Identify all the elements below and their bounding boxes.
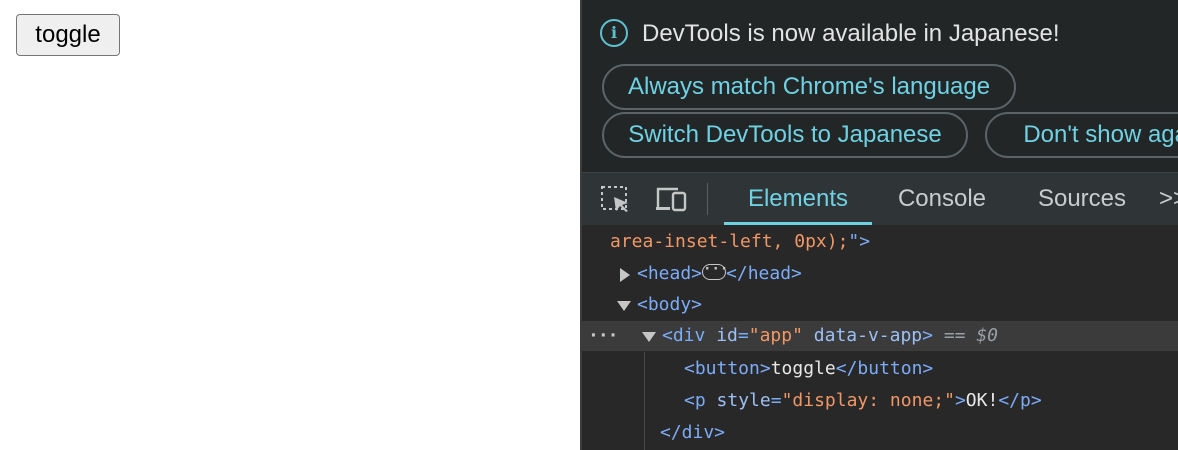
inspect-element-icon[interactable] — [600, 185, 632, 213]
attr-end: "> — [848, 231, 871, 252]
p-text-node: OK! — [965, 390, 999, 411]
p-open-tag: <p — [684, 390, 706, 411]
tab-sources[interactable]: Sources — [1032, 173, 1132, 225]
p-attr-style: style — [716, 390, 771, 411]
tree-line-div-app-selected[interactable]: ··· <div id="app" data-v-app> == $0 — [582, 321, 1178, 351]
p-gt: > — [954, 390, 966, 411]
style-value-fragment: area-inset-left, 0px); — [610, 231, 849, 252]
language-infobar: i DevTools is now available in Japanese!… — [582, 0, 1178, 172]
p-close-tag: </p> — [998, 390, 1042, 411]
dom-tree: area-inset-left, 0px);"> <head>···</head… — [582, 225, 1178, 450]
page-viewport: toggle — [0, 0, 580, 450]
body-open-tag: <body> — [637, 294, 703, 315]
selected-node-marker: == $0 — [943, 325, 999, 346]
div-close-tag: </div> — [660, 422, 726, 443]
div-attr-data-v-app: data-v-app — [813, 325, 923, 346]
tree-line-body[interactable]: <body> — [582, 290, 1178, 320]
toggle-button[interactable]: toggle — [16, 14, 120, 56]
tree-line-p[interactable]: <p style="display: none;">OK!</p> — [582, 386, 1178, 416]
tree-line-button[interactable]: <button>toggle</button> — [582, 354, 1178, 384]
p-attr-style-value: "display: none;" — [781, 390, 955, 411]
info-icon: i — [600, 19, 628, 47]
tab-console[interactable]: Console — [892, 173, 992, 225]
devtools-panel: i DevTools is now available in Japanese!… — [580, 0, 1178, 450]
switch-to-japanese-button[interactable]: Switch DevTools to Japanese — [602, 112, 968, 158]
expand-triangle-icon[interactable] — [620, 268, 630, 282]
always-match-language-button[interactable]: Always match Chrome's language — [602, 64, 1016, 110]
collapsed-ellipsis-icon[interactable]: ··· — [702, 262, 728, 280]
devtools-toolbar: Elements Console Sources >> — [582, 172, 1178, 226]
button-open-tag: <button> — [684, 358, 771, 379]
device-toolbar-icon[interactable] — [654, 185, 687, 213]
head-open-tag: <head> — [637, 263, 703, 284]
collapse-triangle-icon[interactable] — [617, 301, 631, 311]
div-attr-id-value: "app" — [748, 325, 803, 346]
tree-line-html-style[interactable]: area-inset-left, 0px);"> — [582, 227, 1178, 257]
tab-elements[interactable]: Elements — [724, 173, 872, 225]
collapse-triangle-icon[interactable] — [642, 332, 656, 342]
button-text-node: toggle — [770, 358, 836, 379]
div-attr-id: id — [716, 325, 738, 346]
tree-line-div-close[interactable]: </div> — [582, 418, 1178, 448]
div-gt: > — [922, 325, 933, 346]
more-options-icon[interactable]: ··· — [588, 321, 618, 351]
head-close-tag: </head> — [726, 263, 802, 284]
dont-show-again-button[interactable]: Don't show again — [985, 112, 1178, 158]
tree-line-head[interactable]: <head>···</head> — [582, 259, 1178, 289]
div-open-tag: <div — [662, 325, 706, 346]
infobar-message: DevTools is now available in Japanese! — [642, 20, 1060, 47]
toolbar-separator — [707, 183, 708, 215]
button-close-tag: </button> — [835, 358, 934, 379]
more-tabs-button[interactable]: >> — [1158, 173, 1178, 225]
